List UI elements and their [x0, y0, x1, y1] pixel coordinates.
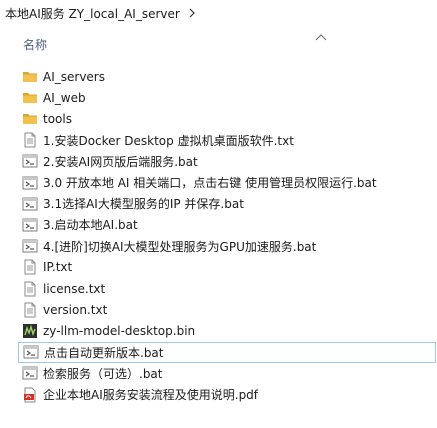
file-row[interactable]: 点击自动更新版本.bat	[18, 341, 436, 363]
file-row[interactable]: IP.txt	[18, 257, 436, 278]
file-row[interactable]: 3.1选择AI大模型服务的IP 并保存.bat	[18, 193, 436, 214]
file-name: tools	[43, 111, 72, 126]
file-row[interactable]: version.txt	[18, 299, 436, 320]
file-row[interactable]: 1.安装Docker Desktop 虚拟机桌面版软件.txt	[18, 130, 436, 151]
batch-file-icon	[22, 238, 38, 254]
file-name: version.txt	[43, 302, 108, 317]
file-name: AI_web	[43, 90, 86, 105]
breadcrumb: 本地AI服务 ZY_local_AI_server	[0, 0, 437, 26]
file-name: license.txt	[43, 281, 106, 296]
batch-file-icon	[22, 217, 38, 233]
file-name: AI_servers	[43, 69, 105, 84]
file-row[interactable]: 4.[进阶]切换AI大模型处理服务为GPU加速服务.bat	[18, 236, 436, 257]
file-name: IP.txt	[43, 260, 73, 275]
file-row[interactable]: tools	[18, 108, 436, 129]
file-name: 3.1选择AI大模型服务的IP 并保存.bat	[43, 197, 244, 212]
batch-file-icon	[22, 196, 38, 212]
text-file-icon	[22, 302, 38, 318]
file-row[interactable]: 2.安装AI网页版后端服务.bat	[18, 151, 436, 172]
pdf-file-icon	[22, 387, 38, 403]
column-header-row: 名称	[0, 33, 437, 55]
file-row[interactable]: license.txt	[18, 278, 436, 299]
file-row[interactable]: 检索服务（可选）.bat	[18, 363, 436, 384]
chevron-right-icon[interactable]	[187, 8, 197, 18]
file-name: 3.0 开放本地 AI 相关端口，点击右键 使用管理员权限运行.bat	[43, 176, 377, 190]
file-name: 4.[进阶]切换AI大模型处理服务为GPU加速服务.bat	[43, 239, 317, 254]
file-name: 2.安装AI网页版后端服务.bat	[43, 154, 198, 169]
column-header-name[interactable]: 名称	[23, 36, 47, 53]
folder-icon	[22, 69, 38, 85]
file-name: 3.启动本地AI.bat	[43, 218, 138, 233]
file-name: 点击自动更新版本.bat	[44, 345, 164, 360]
chevron-up-icon[interactable]	[315, 33, 327, 43]
file-row[interactable]: AI_servers	[18, 66, 436, 87]
batch-file-icon	[22, 153, 38, 169]
file-row[interactable]: AI_web	[18, 87, 436, 108]
batch-file-icon	[22, 365, 38, 381]
text-file-icon	[22, 259, 38, 275]
folder-icon	[22, 90, 38, 106]
file-row[interactable]: 3.启动本地AI.bat	[18, 214, 436, 235]
file-row[interactable]: zy-llm-model-desktop.bin	[18, 320, 436, 341]
text-file-icon	[22, 281, 38, 297]
batch-file-icon	[23, 344, 39, 360]
file-name: 1.安装Docker Desktop 虚拟机桌面版软件.txt	[43, 133, 294, 148]
binary-file-icon	[22, 323, 38, 339]
file-row[interactable]: 3.0 开放本地 AI 相关端口，点击右键 使用管理员权限运行.bat	[18, 172, 436, 193]
batch-file-icon	[22, 175, 38, 191]
text-file-icon	[22, 132, 38, 148]
file-name: 企业本地AI服务安装流程及使用说明.pdf	[43, 388, 259, 402]
breadcrumb-path[interactable]: 本地AI服务 ZY_local_AI_server	[5, 5, 180, 22]
file-name: zy-llm-model-desktop.bin	[43, 323, 196, 338]
file-name: 检索服务（可选）.bat	[43, 366, 163, 381]
file-row[interactable]: 企业本地AI服务安装流程及使用说明.pdf	[18, 384, 436, 405]
folder-icon	[22, 111, 38, 127]
